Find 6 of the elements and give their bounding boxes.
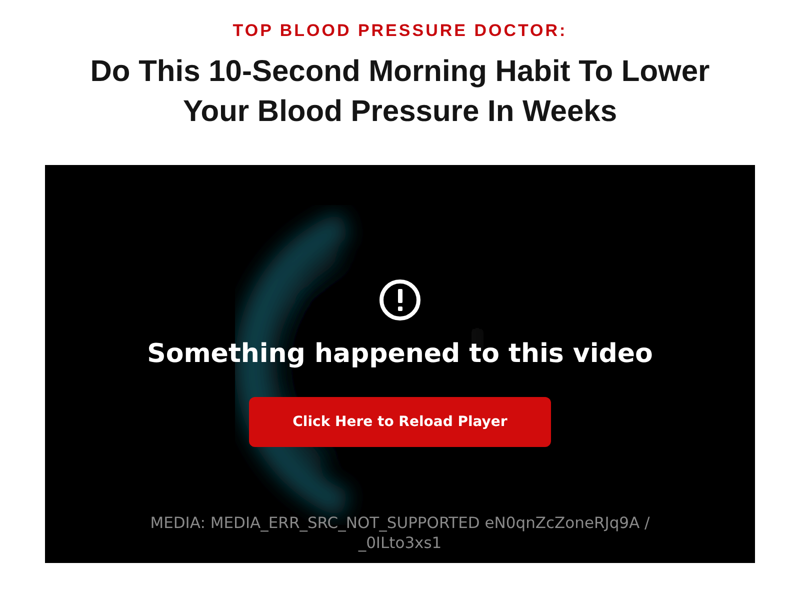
kicker-text: TOP BLOOD PRESSURE DOCTOR:	[232, 20, 568, 42]
error-message: Something happened to this video	[147, 339, 653, 369]
reload-button[interactable]: Click Here to Reload Player	[249, 397, 551, 447]
warning-icon	[379, 279, 421, 321]
headline: Do This 10-Second Morning Habit To Lower Your Blood Pressure In Weeks	[89, 54, 711, 130]
error-details: MEDIA: MEDIA_ERR_SRC_NOT_SUPPORTED eN0qnZcZoneRJq9A / _0ILto3xs1	[149, 513, 651, 553]
